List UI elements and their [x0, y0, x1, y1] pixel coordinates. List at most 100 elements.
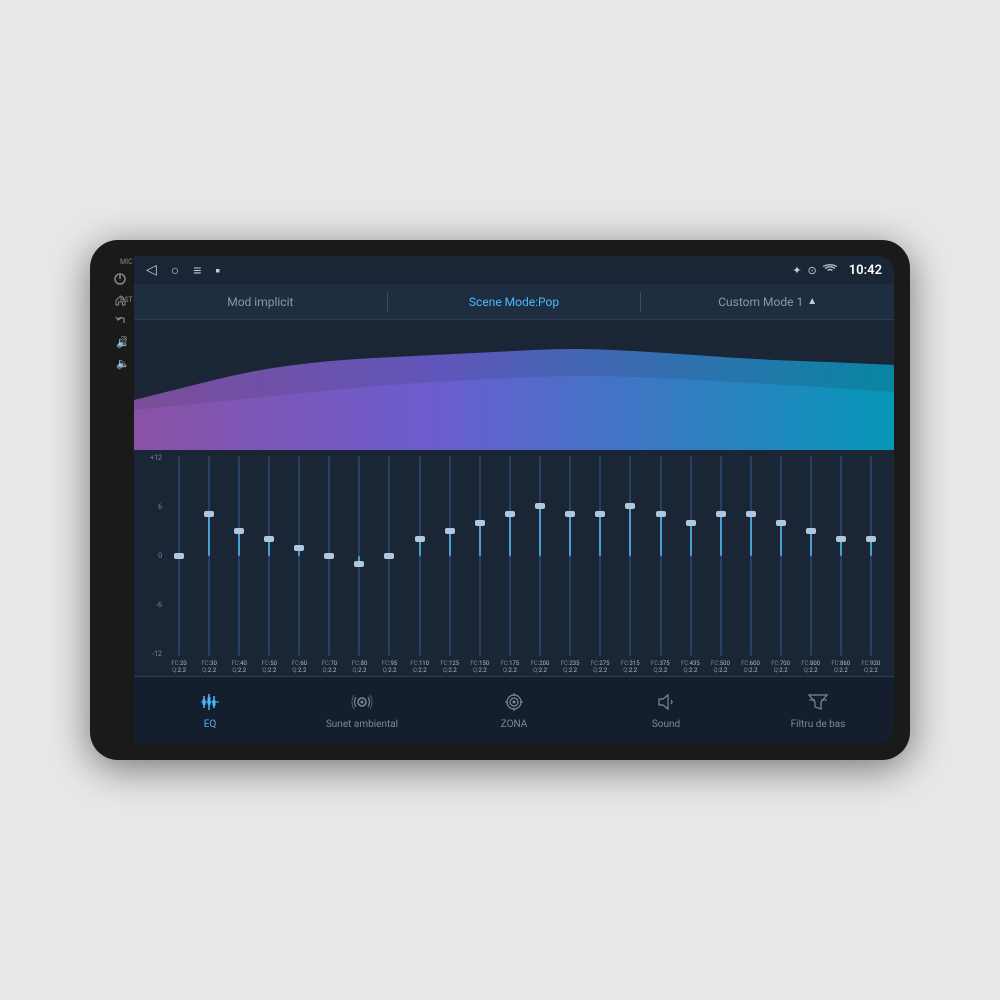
band-label-200: FC: 200Q: 2.2: [525, 660, 555, 674]
band-label-375: FC: 375Q: 2.2: [645, 660, 675, 674]
scale-minus12: -12: [142, 650, 164, 658]
slider-thumb-30[interactable]: [204, 511, 214, 517]
slider-thumb-275[interactable]: [595, 511, 605, 517]
band-label-175: FC: 175Q: 2.2: [495, 660, 525, 674]
slider-thumb-80[interactable]: [354, 561, 364, 567]
tab-sound[interactable]: Sound: [590, 677, 742, 744]
tab-sunet-ambiental[interactable]: Sunet ambiental: [286, 677, 438, 744]
eq-band-375[interactable]: [646, 454, 675, 658]
side-buttons: 🔊 🔈: [106, 256, 134, 744]
filter-icon: [807, 692, 829, 715]
scene-mode-btn[interactable]: Scene Mode:Pop: [388, 284, 641, 319]
target-icon: [503, 692, 525, 715]
mode-bar: Mod implicit Scene Mode:Pop Custom Mode …: [134, 284, 894, 320]
eq-band-275[interactable]: [586, 454, 615, 658]
eq-band-20[interactable]: [164, 454, 193, 658]
eq-band-70[interactable]: [315, 454, 344, 658]
slider-thumb-315[interactable]: [625, 503, 635, 509]
eq-band-60[interactable]: [285, 454, 314, 658]
status-icons: ✦ ⊙ 10:42: [792, 263, 882, 278]
eq-band-235[interactable]: [556, 454, 585, 658]
eq-band-125[interactable]: [435, 454, 464, 658]
slider-thumb-150[interactable]: [475, 520, 485, 526]
tab-zona[interactable]: ZONA: [438, 677, 590, 744]
band-label-235: FC: 235Q: 2.2: [555, 660, 585, 674]
device-frame: MIC RST 🔊 🔈: [90, 240, 910, 760]
band-label-125: FC: 125Q: 2.2: [435, 660, 465, 674]
vol-down-button[interactable]: 🔈: [114, 357, 127, 370]
vol-up-button[interactable]: 🔊: [114, 336, 127, 349]
band-label-600: FC: 600Q: 2.2: [735, 660, 765, 674]
slider-thumb-95[interactable]: [384, 553, 394, 559]
device-screen: 🔊 🔈 ◁ ○ ≡ ▪ ✦ ⊙: [106, 256, 894, 744]
slider-thumb-50[interactable]: [264, 536, 274, 542]
eq-band-435[interactable]: [676, 454, 705, 658]
slider-thumb-500[interactable]: [716, 511, 726, 517]
slider-thumb-200[interactable]: [535, 503, 545, 509]
eq-band-80[interactable]: [345, 454, 374, 658]
slider-thumb-60[interactable]: [294, 545, 304, 551]
eq-band-200[interactable]: [526, 454, 555, 658]
slider-thumb-110[interactable]: [415, 536, 425, 542]
eq-band-50[interactable]: [254, 454, 283, 658]
svg-text:🔊: 🔊: [116, 336, 127, 349]
main-screen: ◁ ○ ≡ ▪ ✦ ⊙ 10:42 Mod implicit: [134, 256, 894, 744]
slider-thumb-40[interactable]: [234, 528, 244, 534]
eq-band-150[interactable]: [465, 454, 494, 658]
band-label-80: FC: 80Q: 2.2: [344, 660, 374, 674]
band-label-920: FC: 920Q: 2.2: [856, 660, 886, 674]
slider-thumb-600[interactable]: [746, 511, 756, 517]
location-icon: ⊙: [808, 264, 817, 277]
tab-sound-label: Sound: [652, 719, 680, 730]
eq-band-30[interactable]: [194, 454, 223, 658]
eq-band-40[interactable]: [224, 454, 253, 658]
slider-thumb-435[interactable]: [686, 520, 696, 526]
recent-nav-btn[interactable]: ▪: [215, 262, 220, 279]
status-bar: ◁ ○ ≡ ▪ ✦ ⊙ 10:42: [134, 256, 894, 284]
eq-icon: [199, 692, 221, 715]
eq-band-860[interactable]: [827, 454, 856, 658]
tab-filtru[interactable]: Filtru de bas: [742, 677, 894, 744]
band-label-800: FC: 800Q: 2.2: [796, 660, 826, 674]
back-button[interactable]: [114, 315, 127, 328]
band-label-315: FC: 315Q: 2.2: [615, 660, 645, 674]
eq-band-920[interactable]: [857, 454, 886, 658]
menu-nav-btn[interactable]: ≡: [193, 262, 201, 279]
eq-band-175[interactable]: [495, 454, 524, 658]
tab-eq[interactable]: EQ: [134, 677, 286, 744]
fc-q-labels: FC: 20Q: 2.2FC: 30Q: 2.2FC: 40Q: 2.2FC: …: [142, 660, 886, 674]
band-label-30: FC: 30Q: 2.2: [194, 660, 224, 674]
slider-thumb-700[interactable]: [776, 520, 786, 526]
slider-thumb-860[interactable]: [836, 536, 846, 542]
eq-band-95[interactable]: [375, 454, 404, 658]
slider-thumb-175[interactable]: [505, 511, 515, 517]
eq-band-800[interactable]: [797, 454, 826, 658]
radio-icon: [351, 692, 373, 715]
mod-implicit-btn[interactable]: Mod implicit: [134, 284, 387, 319]
slider-thumb-920[interactable]: [866, 536, 876, 542]
scale-minus6: -6: [142, 601, 164, 609]
band-label-95: FC: 95Q: 2.2: [375, 660, 405, 674]
band-label-700: FC: 700Q: 2.2: [766, 660, 796, 674]
eq-band-315[interactable]: [616, 454, 645, 658]
slider-thumb-235[interactable]: [565, 511, 575, 517]
home-nav-btn[interactable]: ○: [171, 262, 179, 279]
power-button[interactable]: [113, 272, 127, 286]
back-nav-btn[interactable]: ◁: [146, 262, 157, 278]
tab-eq-label: EQ: [204, 719, 217, 730]
eq-band-110[interactable]: [405, 454, 434, 658]
eq-bands-container: [164, 454, 886, 658]
eq-band-700[interactable]: [767, 454, 796, 658]
slider-thumb-20[interactable]: [174, 553, 184, 559]
slider-thumb-375[interactable]: [656, 511, 666, 517]
eq-visualization: [134, 320, 894, 450]
eq-band-500[interactable]: [706, 454, 735, 658]
slider-thumb-800[interactable]: [806, 528, 816, 534]
band-label-110: FC: 110Q: 2.2: [405, 660, 435, 674]
tab-sunet-label: Sunet ambiental: [326, 719, 398, 730]
custom-mode-btn[interactable]: Custom Mode 1 ▲: [641, 284, 894, 319]
slider-thumb-125[interactable]: [445, 528, 455, 534]
slider-thumb-70[interactable]: [324, 553, 334, 559]
tab-filtru-label: Filtru de bas: [791, 719, 846, 730]
eq-band-600[interactable]: [736, 454, 765, 658]
